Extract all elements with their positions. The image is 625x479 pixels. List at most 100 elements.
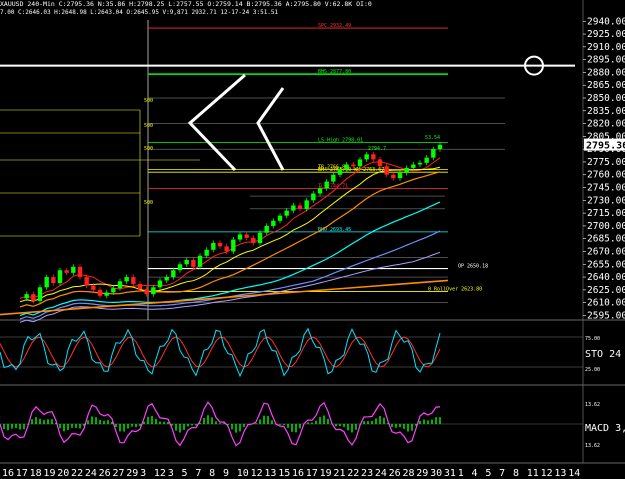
price-tick-label: 2715.00 (587, 208, 625, 219)
candle-body (211, 242, 216, 250)
price-tick-label: 2925.00 (587, 29, 625, 40)
candle-body (324, 181, 329, 189)
candle-body (51, 277, 56, 284)
candle-body (404, 167, 409, 174)
candle-body (191, 260, 196, 267)
price-tick-label: 2850.00 (587, 93, 625, 104)
sto-fast-line (0, 327, 441, 378)
price-tick-label: 2775.00 (587, 157, 625, 168)
time-tick-label: 17 (16, 468, 28, 479)
candle-body (197, 255, 203, 267)
candle-body (111, 288, 116, 293)
time-tick-label: 7 (195, 468, 201, 479)
candle-body (97, 289, 103, 296)
time-tick-label: 14 (568, 468, 580, 479)
candle-body (284, 210, 289, 216)
time-tick-label: 13 (554, 468, 566, 479)
candle-body (337, 169, 343, 175)
time-tick-label: 12 (154, 468, 166, 479)
time-tick-label: 26 (389, 468, 401, 479)
price-tick-label: 2835.00 (587, 106, 625, 117)
price-tick-label: 2730.00 (587, 195, 625, 206)
candle-body (84, 277, 89, 286)
fib-label: 500 (144, 123, 153, 129)
candle-body (251, 237, 256, 243)
time-tick-label: 19 (320, 468, 332, 479)
candle-body (171, 270, 176, 278)
price-tick-label: 2655.00 (587, 259, 625, 270)
candle-body (437, 144, 443, 150)
candle-body (164, 277, 169, 281)
time-tick-label: 29 (126, 468, 138, 479)
price-tick-label: 2640.00 (587, 272, 625, 283)
price-tick-label: 2700.00 (587, 221, 625, 232)
candle-body (391, 174, 396, 179)
candle-body (124, 277, 129, 282)
macd-level-label: 13.62 (585, 402, 600, 408)
candle-body (364, 154, 369, 160)
candle-body (431, 149, 436, 158)
time-tick-label: 16 (2, 468, 14, 479)
annotation-candle: 2794.7 (368, 146, 386, 152)
sto-level-label: 25.00 (585, 367, 600, 373)
candle-body (224, 246, 229, 252)
price-chart[interactable]: 500500500500SPC 2932.49BHS 2877.80LS Hig… (0, 0, 625, 479)
price-tick-label: 2670.00 (587, 246, 625, 257)
candle-body (217, 242, 223, 247)
candle-body (424, 157, 429, 163)
time-tick-label: 21 (333, 468, 345, 479)
price-tick-label: 2910.00 (587, 42, 625, 53)
macd-pane: MACD 3, 13.62 13.62 (0, 401, 625, 449)
time-tick-label: 27 (112, 468, 124, 479)
candle-body (304, 200, 309, 209)
annotations: 53.54 2794.7 (187, 73, 440, 172)
horizontal-levels: 500500500500SPC 2932.49BHS 2877.80LS Hig… (0, 23, 575, 303)
candle-body (344, 164, 349, 170)
candle-body (24, 294, 29, 299)
candle-body (384, 166, 389, 175)
time-tick-label: 12 (541, 468, 553, 479)
price-level-label: SPC 2932.49 (318, 23, 351, 29)
candle-body (117, 281, 123, 289)
candle-body (371, 154, 376, 160)
macd-level-label: 13.62 (585, 443, 600, 449)
time-tick-label: 12 (251, 468, 263, 479)
price-tick-label: 2820.00 (587, 119, 625, 130)
sto-label: STO 24 (585, 349, 621, 360)
time-tick-label: 3 (140, 468, 146, 479)
time-axis: 16 17 18 19 20 22 24 26 27 29 3 12 3 5 7 8 9 10 12 13 15 16 17… (2, 468, 580, 479)
time-tick-label: 3 (168, 468, 174, 479)
candle-body (351, 164, 356, 167)
long-term-ma (0, 279, 449, 316)
candle-body (291, 205, 296, 211)
candle-body (311, 193, 316, 201)
time-tick-label: 9 (223, 468, 229, 479)
time-tick-label: 24 (375, 468, 387, 479)
candle-body (331, 174, 336, 182)
current-price-label: 2795.36 (586, 141, 625, 152)
candle-body (411, 164, 416, 168)
time-tick-label: 8 (513, 468, 519, 479)
candle-body (64, 270, 69, 273)
candle-body (264, 225, 269, 233)
candle-body (91, 285, 96, 290)
time-tick-label: 15 (278, 468, 290, 479)
time-tick-label: 17 (306, 468, 318, 479)
candle-body (357, 159, 363, 167)
price-tick-label: 2610.00 (587, 298, 625, 309)
time-tick-label: 11 (527, 468, 539, 479)
price-level-label: TL 2744.71 (318, 183, 348, 189)
time-tick-label: 22 (347, 468, 359, 479)
price-tick-label: 2625.00 (587, 285, 625, 296)
time-tick-label: 10 (237, 468, 249, 479)
candle-body (277, 215, 283, 221)
candle-body (157, 280, 163, 288)
candle-body (244, 234, 249, 238)
time-tick-label: 28 (402, 468, 414, 479)
chevron-left-annotation (187, 73, 246, 172)
candle-body (131, 277, 136, 284)
moving-average-line (19, 166, 441, 303)
candle-body (77, 266, 83, 278)
time-tick-label: 30 (430, 468, 442, 479)
candle-body (71, 266, 76, 273)
